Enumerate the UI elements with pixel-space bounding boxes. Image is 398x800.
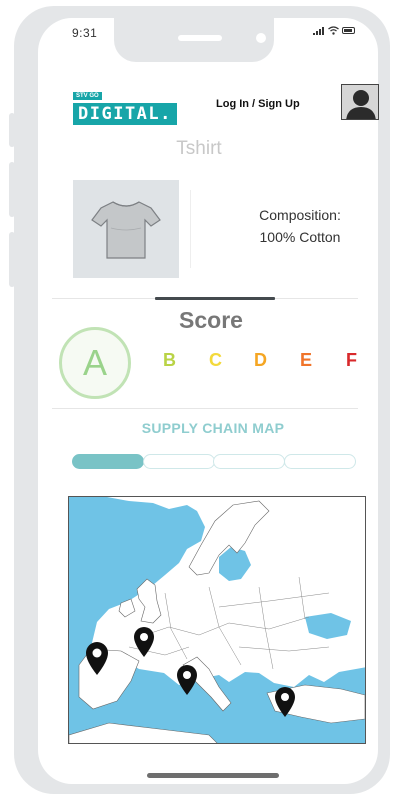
- supply-chain-heading: SUPPLY CHAIN MAP: [141, 420, 285, 436]
- brand-logo[interactable]: STV GO DIGITAL.: [73, 84, 177, 125]
- progress-step-4[interactable]: [284, 454, 356, 469]
- europe-map: [69, 497, 365, 743]
- grade-f[interactable]: F: [346, 350, 357, 371]
- composition-label: Composition:: [259, 207, 341, 223]
- user-avatar-button[interactable]: [341, 84, 379, 120]
- grade-c[interactable]: C: [209, 350, 222, 371]
- signal-icon: [313, 26, 324, 35]
- wifi-icon: [328, 26, 339, 35]
- home-indicator[interactable]: [147, 773, 279, 778]
- score-heading: Score: [179, 307, 243, 333]
- battery-icon: [342, 27, 355, 34]
- progress-step-2[interactable]: [143, 454, 215, 469]
- user-silhouette-icon: [342, 85, 378, 119]
- active-tab-indicator: [155, 297, 275, 300]
- logo-wordmark: DIGITAL.: [73, 103, 177, 125]
- status-time: 9:31: [72, 26, 98, 40]
- phone-side-button: [9, 232, 15, 287]
- status-icons: [313, 26, 355, 35]
- grade-e[interactable]: E: [300, 350, 312, 371]
- progress-step-3[interactable]: [213, 454, 285, 469]
- grade-b[interactable]: B: [163, 350, 176, 371]
- progress-step-1[interactable]: [72, 454, 144, 469]
- tshirt-icon: [91, 201, 161, 259]
- grade-a-selected[interactable]: A: [59, 327, 131, 399]
- supply-chain-map[interactable]: [68, 496, 366, 744]
- composition-value: 100% Cotton: [259, 229, 341, 245]
- product-image: [73, 180, 179, 278]
- product-title: Tshirt: [176, 138, 222, 159]
- login-signup-link[interactable]: Log In / Sign Up: [216, 98, 300, 110]
- composition-info: Composition: 100% Cotton: [230, 204, 370, 248]
- logo-tagline: STV GO: [73, 92, 102, 100]
- section-divider: [52, 408, 358, 409]
- front-camera: [256, 33, 266, 43]
- speaker-grille: [178, 35, 222, 41]
- phone-side-button: [9, 162, 15, 217]
- vertical-divider: [190, 190, 191, 268]
- grade-d[interactable]: D: [254, 350, 267, 371]
